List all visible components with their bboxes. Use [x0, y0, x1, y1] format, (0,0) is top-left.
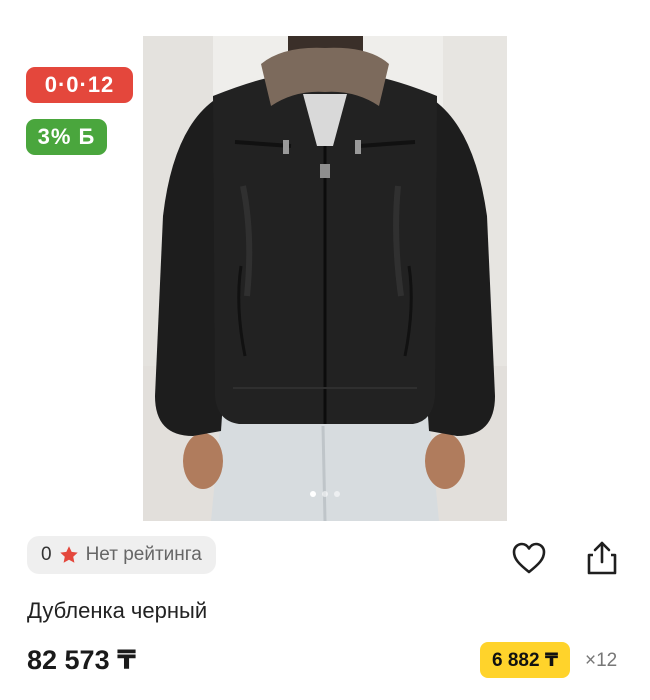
rating-label: Нет рейтинга	[85, 544, 202, 565]
share-icon	[587, 541, 617, 575]
gallery-dot[interactable]	[334, 491, 340, 497]
gallery-pagination	[143, 491, 507, 497]
product-price: 82 573 ₸	[27, 645, 136, 675]
bonus-badge: 3% Б	[26, 119, 107, 155]
star-icon	[59, 546, 78, 563]
share-button[interactable]	[581, 537, 623, 579]
gallery-dot[interactable]	[322, 491, 328, 497]
gallery-dot[interactable]	[310, 491, 316, 497]
rating-chip[interactable]: 0 Нет рейтинга	[27, 536, 216, 574]
installment-months: ×12	[585, 650, 618, 671]
installment-badge: 0·0·12	[26, 67, 133, 103]
rating-count: 0	[41, 544, 52, 565]
product-photo	[143, 36, 507, 521]
heart-icon	[512, 542, 546, 574]
favorite-button[interactable]	[508, 537, 550, 579]
product-title: Дубленка черный	[27, 598, 208, 623]
product-image-gallery[interactable]	[143, 36, 507, 521]
monthly-payment-badge[interactable]: 6 882 ₸	[480, 642, 571, 678]
